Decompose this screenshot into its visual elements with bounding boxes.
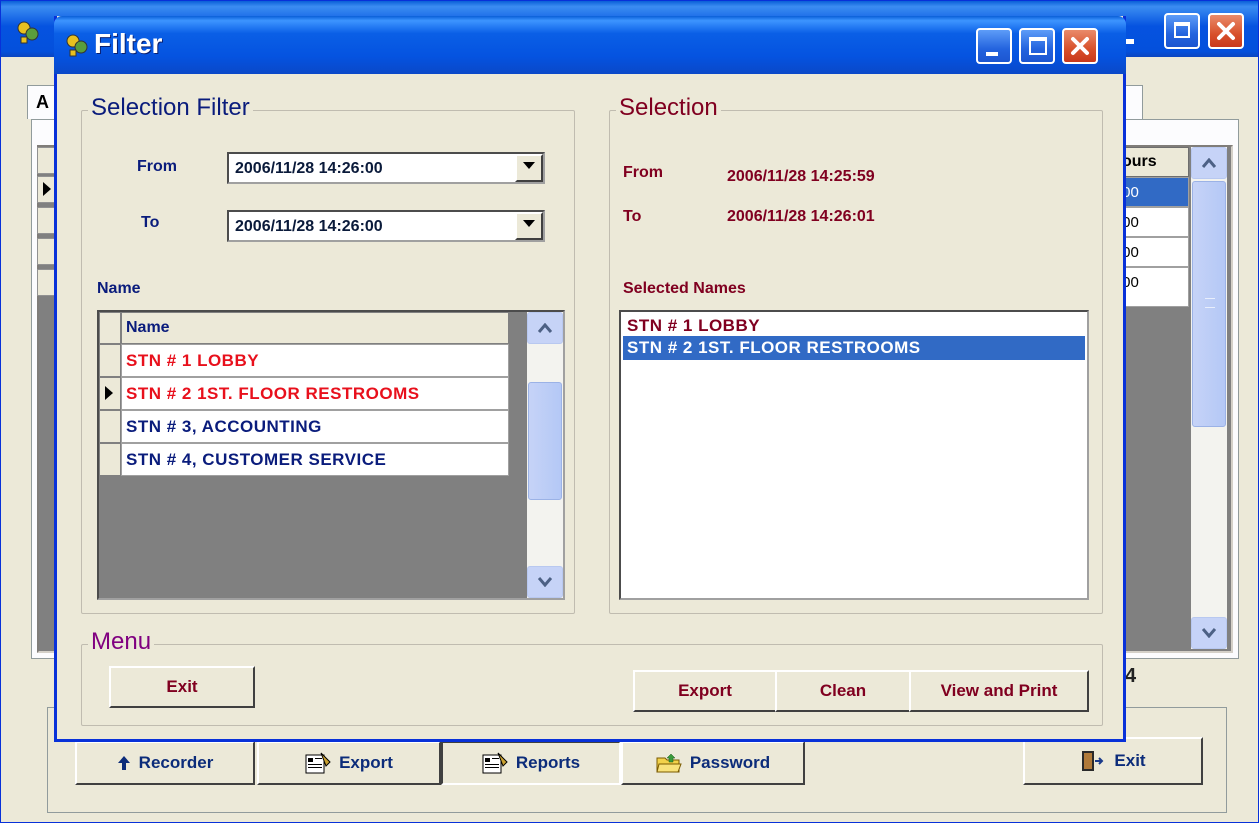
report-icon — [482, 752, 508, 774]
export-label: Export — [339, 753, 393, 772]
names-grid-scrollbar[interactable] — [527, 312, 563, 598]
names-grid-row[interactable]: STN # 2 1ST. FLOOR RESTROOMS — [121, 377, 509, 410]
scroll-thumb[interactable] — [528, 382, 562, 500]
grid-vertical-scrollbar[interactable] — [1191, 147, 1227, 649]
minimize-icon — [986, 52, 998, 56]
report-icon — [305, 752, 331, 774]
close-icon — [1217, 22, 1235, 40]
dialog-title: Filter — [94, 28, 163, 59]
to-date-combo[interactable]: 2006/11/28 14:26:00 — [227, 210, 545, 242]
scroll-up-button[interactable] — [527, 312, 563, 344]
to-label: To — [141, 214, 160, 231]
export-button[interactable]: Export — [257, 741, 441, 785]
grip-icon — [1205, 298, 1215, 308]
dialog-export-button[interactable]: Export — [633, 670, 777, 712]
minimize-button[interactable] — [976, 28, 1012, 64]
maximize-icon — [1029, 37, 1047, 55]
names-grid: Name STN # 1 LOBBY STN # 2 1ST. FLOOR RE… — [97, 310, 565, 600]
chevron-up-icon — [538, 323, 552, 333]
from-date-value: 2006/11/28 14:26:00 — [235, 160, 383, 177]
to-date-value: 2006/11/28 14:26:00 — [235, 218, 383, 235]
main-close-button[interactable] — [1208, 13, 1244, 49]
recorder-button[interactable]: Recorder — [75, 741, 255, 785]
selection-to-value: 2006/11/28 14:26:01 — [727, 208, 875, 225]
grid-row-header-current[interactable] — [99, 377, 121, 410]
exit-button[interactable]: Exit — [1023, 737, 1203, 785]
scroll-down-button[interactable] — [527, 566, 563, 598]
view-and-print-button[interactable]: View and Print — [909, 670, 1089, 712]
password-label: Password — [689, 753, 771, 772]
name-label: Name — [97, 280, 141, 297]
names-grid-row[interactable]: STN # 4, CUSTOMER SERVICE — [121, 443, 509, 476]
selection-filter-title: Selection Filter — [88, 94, 253, 122]
app-icon — [66, 34, 88, 57]
from-label: From — [137, 158, 177, 175]
current-row-icon — [43, 182, 51, 196]
chevron-down-icon — [538, 577, 552, 587]
current-row-icon — [105, 386, 113, 400]
door-exit-icon — [1082, 751, 1104, 771]
selection-to-label: To — [623, 208, 642, 225]
folder-icon — [656, 753, 682, 773]
grid-corner — [99, 312, 121, 344]
selection-title: Selection — [616, 94, 721, 122]
exit-label: Exit — [1114, 751, 1146, 770]
close-button[interactable] — [1062, 28, 1098, 64]
from-dropdown-button[interactable] — [515, 154, 543, 182]
selection-from-label: From — [623, 164, 663, 181]
password-button[interactable]: Password — [621, 741, 805, 785]
grid-row-header[interactable] — [99, 344, 121, 377]
scroll-thumb[interactable] — [1192, 181, 1226, 427]
recorder-label: Recorder — [138, 753, 214, 772]
dropdown-arrow-icon — [523, 220, 535, 227]
names-grid-row[interactable]: STN # 1 LOBBY — [121, 344, 509, 377]
to-dropdown-button[interactable] — [515, 212, 543, 240]
scroll-down-button[interactable] — [1191, 617, 1227, 649]
names-grid-header[interactable]: Name — [121, 312, 509, 344]
chevron-up-icon — [1202, 158, 1216, 168]
clean-button[interactable]: Clean — [775, 670, 911, 712]
selected-name-item[interactable]: STN # 1 LOBBY — [623, 314, 1085, 338]
selection-from-value: 2006/11/28 14:25:59 — [727, 168, 875, 185]
grid-row-header[interactable] — [99, 410, 121, 443]
from-date-combo[interactable]: 2006/11/28 14:26:00 — [227, 152, 545, 184]
menu-title: Menu — [88, 628, 155, 656]
close-icon — [1071, 37, 1089, 55]
record-count: 4 — [1125, 665, 1137, 687]
app-icon — [17, 21, 39, 44]
selected-names-label: Selected Names — [623, 280, 746, 297]
scroll-up-button[interactable] — [1191, 147, 1227, 179]
reports-button[interactable]: Reports — [441, 741, 621, 785]
chevron-down-icon — [1202, 628, 1216, 638]
names-grid-row[interactable]: STN # 3, ACCOUNTING — [121, 410, 509, 443]
main-maximize-button[interactable] — [1164, 13, 1200, 49]
selected-name-item[interactable]: STN # 2 1ST. FLOOR RESTROOMS — [623, 336, 1085, 360]
reports-label: Reports — [515, 753, 581, 772]
maximize-button[interactable] — [1019, 28, 1055, 64]
grid-row-header[interactable] — [99, 443, 121, 476]
selected-names-list[interactable]: STN # 1 LOBBY STN # 2 1ST. FLOOR RESTROO… — [619, 310, 1089, 600]
filter-dialog: Filter Selection Filter From 2006/11/28 … — [54, 16, 1126, 742]
filter-dialog-titlebar[interactable]: Filter — [54, 16, 1126, 74]
dialog-exit-button[interactable]: Exit — [109, 666, 255, 708]
arrow-up-icon — [117, 756, 130, 770]
dropdown-arrow-icon — [523, 162, 535, 169]
